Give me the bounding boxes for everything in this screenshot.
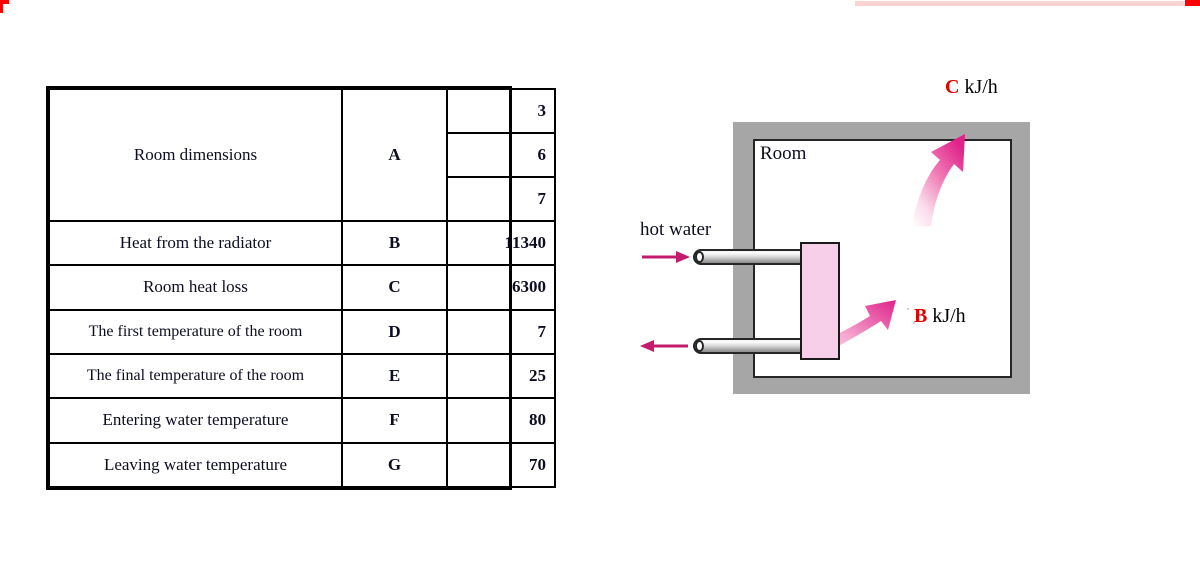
row-label: Heat from the radiator: [48, 219, 343, 267]
table-row: Room heat loss C 6300: [48, 264, 556, 311]
row-key: F: [341, 397, 448, 444]
row-label: The first temperature of the room: [48, 308, 343, 355]
row-value: 6: [446, 132, 556, 178]
table-row: The first temperature of the room D 7: [48, 308, 556, 355]
row-value: 25: [446, 352, 556, 400]
row-value: 7: [446, 308, 556, 355]
row-key: C: [341, 264, 448, 311]
radiator-panel: [800, 242, 840, 360]
row-value: 11340: [446, 219, 556, 267]
inlet-pipe: [693, 249, 805, 265]
row-value: 70: [446, 441, 556, 489]
heat-loss-unit: kJ/h: [964, 76, 998, 98]
table-row: Room dimensions A 3: [48, 88, 556, 222]
row-value: 7: [446, 176, 556, 222]
row-label: The final temperature of the room: [48, 352, 343, 400]
parameters-table: Room dimensions A 3 6 7 Heat from the ra…: [48, 88, 556, 489]
top-right-red-block-artifact: [1185, 0, 1200, 6]
top-left-red-artifact-vertical: [0, 0, 3, 13]
row-key: E: [341, 352, 448, 400]
speck-artifact: [907, 308, 909, 310]
radiator-room-diagram: Room hot water C kJ/h B kJ/h: [620, 60, 1060, 420]
row-label: Room dimensions: [48, 88, 343, 222]
row-label: Entering water temperature: [48, 397, 343, 444]
outlet-pipe: [693, 338, 805, 354]
row-value: 3: [446, 88, 556, 134]
diagram-arrows-layer: [640, 134, 965, 353]
heat-input-key: B: [914, 305, 928, 327]
row-key: B: [341, 219, 448, 267]
heat-input-unit: kJ/h: [932, 305, 966, 327]
table-row: Leaving water temperature G 70: [48, 441, 556, 489]
row-key: G: [341, 441, 448, 489]
row-label: Leaving water temperature: [48, 441, 343, 489]
heat-loss-label-c: C kJ/h: [945, 76, 998, 99]
outlet-pipe-opening-icon: [695, 340, 704, 352]
heat-loss-arrow-c: [912, 134, 965, 227]
row-key: A: [341, 88, 448, 222]
heat-input-label-b: B kJ/h: [914, 305, 966, 328]
row-label: Room heat loss: [48, 264, 343, 311]
inlet-pipe-opening-icon: [695, 251, 704, 263]
heat-loss-key: C: [945, 76, 960, 98]
row-value: 80: [446, 397, 556, 444]
water-outlet-flow-arrow: [640, 340, 688, 352]
parameters-table-container: Room dimensions A 3 6 7 Heat from the ra…: [48, 88, 556, 489]
hot-water-inlet-flow-arrow: [642, 251, 690, 263]
row-key: D: [341, 308, 448, 355]
table-row: Heat from the radiator B 11340: [48, 219, 556, 267]
row-value: 6300: [446, 264, 556, 311]
top-right-pink-band-artifact: [855, 1, 1185, 6]
table-row: The final temperature of the room E 25: [48, 352, 556, 400]
table-row: Entering water temperature F 80: [48, 397, 556, 444]
